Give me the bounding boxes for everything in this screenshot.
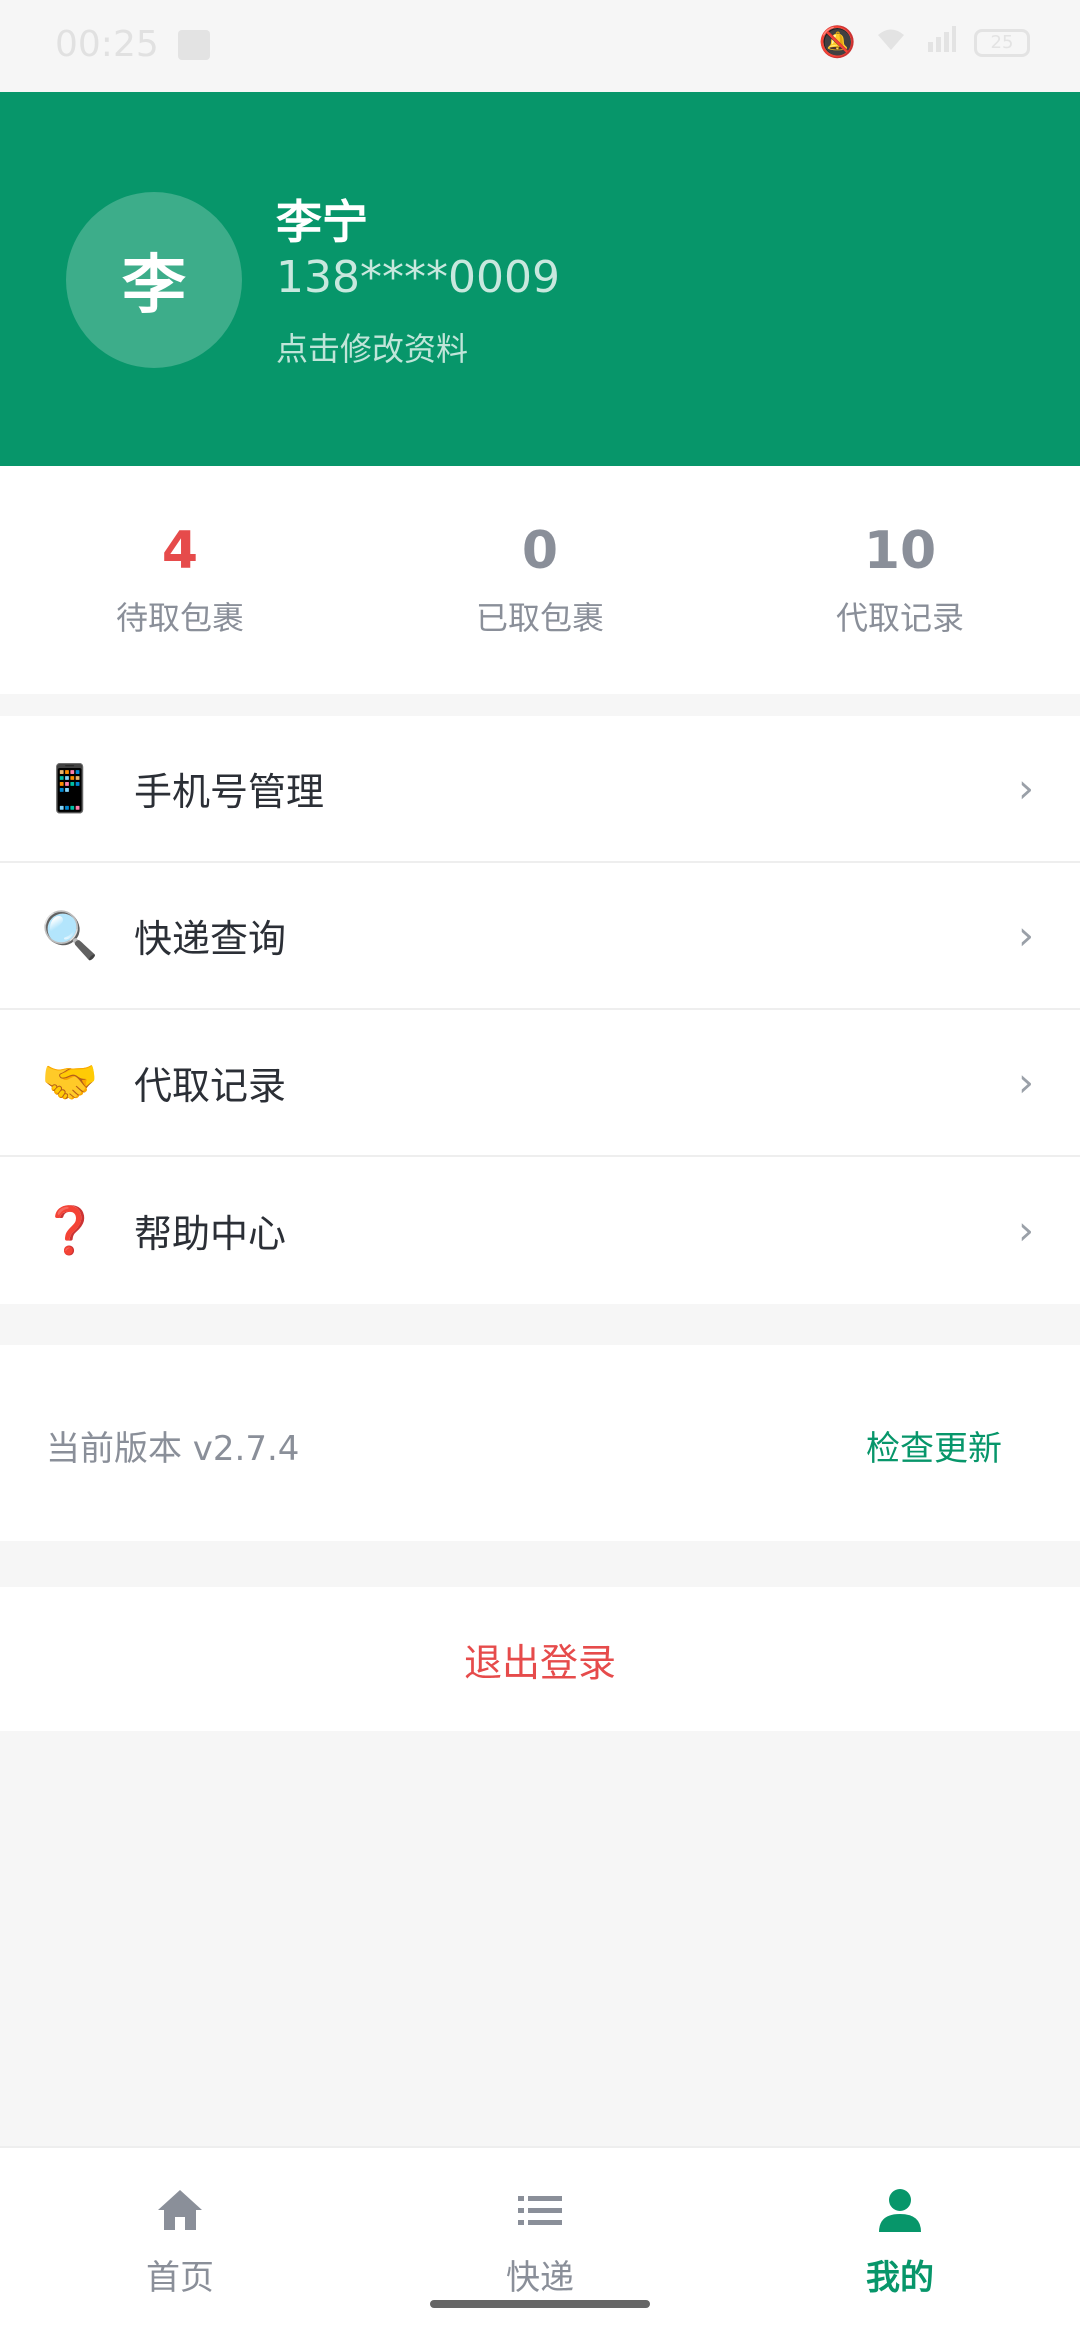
stat-value: 0 [521, 521, 559, 581]
profile-screen: 00:25 🔕 25 李 李宁 138****0009 点击修改资料 4 待取包… [0, 0, 1080, 2340]
status-icons: 🔕 25 [819, 25, 1030, 60]
list-icon [518, 2196, 562, 2225]
stats-card: 4 待取包裹 0 已取包裹 10 代取记录 [0, 466, 1080, 694]
handshake-icon: 🤝 [41, 1055, 99, 1109]
tab-label: 首页 [146, 2258, 214, 2298]
menu-item-label: 快递查询 [134, 917, 287, 961]
stat-value: 4 [161, 521, 199, 581]
logout-button[interactable]: 退出登录 [0, 1587, 1080, 1731]
profile-header[interactable]: 李 李宁 138****0009 点击修改资料 [0, 92, 1080, 466]
edit-profile-link[interactable]: 点击修改资料 [276, 324, 468, 370]
menu-item-express-query[interactable]: 🔍 快递查询 › [0, 863, 1080, 1010]
question-icon: ❓ [41, 1203, 99, 1257]
magnifier-icon: 🔍 [41, 908, 99, 962]
phone-icon: 📱 [41, 761, 99, 815]
version-card: 当前版本 v2.7.4 检查更新 [0, 1345, 1080, 1541]
menu-item-label: 手机号管理 [134, 770, 325, 814]
current-version: 当前版本 v2.7.4 [46, 1429, 300, 1469]
stat-label: 已取包裹 [475, 599, 604, 637]
tab-label: 快递 [506, 2258, 574, 2298]
stat-label: 待取包裹 [115, 599, 244, 637]
tab-home[interactable]: 首页 [0, 2148, 360, 2340]
status-time: 00:25 [55, 24, 159, 65]
menu-item-label: 帮助中心 [134, 1212, 287, 1256]
stat-value: 10 [863, 521, 937, 581]
menu-item-help-center[interactable]: ❓ 帮助中心 › [0, 1157, 1080, 1304]
menu-item-proxy-records[interactable]: 🤝 代取记录 › [0, 1010, 1080, 1157]
home-indicator[interactable] [430, 2300, 650, 2308]
check-update-button[interactable]: 检查更新 [866, 1421, 1002, 1470]
tab-label: 我的 [866, 2258, 934, 2298]
chevron-right-icon: › [1018, 1059, 1034, 1106]
bottom-nav: 首页 快递 我的 [0, 2146, 1080, 2340]
signal-icon [926, 25, 956, 60]
user-name: 李宁 [276, 195, 368, 249]
menu-list: 📱 手机号管理 › 🔍 快递查询 › 🤝 代取记录 › ❓ 帮助中心 › [0, 716, 1080, 1304]
chevron-right-icon: › [1018, 912, 1034, 959]
stat-label: 代取记录 [835, 599, 964, 637]
logout-label: 退出登录 [463, 1640, 616, 1685]
chevron-right-icon: › [1018, 765, 1034, 812]
stat-pending-packages[interactable]: 4 待取包裹 [0, 466, 360, 694]
battery-icon: 25 [974, 28, 1030, 57]
person-icon [879, 2189, 921, 2232]
menu-item-phone-management[interactable]: 📱 手机号管理 › [0, 716, 1080, 863]
user-phone: 138****0009 [276, 252, 560, 303]
tab-mine[interactable]: 我的 [720, 2148, 1080, 2340]
stat-proxy-records[interactable]: 10 代取记录 [720, 466, 1080, 694]
wifi-icon [874, 25, 908, 60]
status-bar: 00:25 🔕 25 [0, 0, 1080, 92]
chevron-right-icon: › [1018, 1207, 1034, 1254]
stat-picked-packages[interactable]: 0 已取包裹 [360, 466, 720, 694]
message-notification-icon [178, 30, 210, 60]
home-icon [158, 2190, 202, 2230]
tab-express[interactable]: 快递 [360, 2148, 720, 2340]
mute-icon: 🔕 [818, 25, 856, 60]
avatar[interactable]: 李 [66, 192, 242, 368]
menu-item-label: 代取记录 [134, 1064, 287, 1108]
